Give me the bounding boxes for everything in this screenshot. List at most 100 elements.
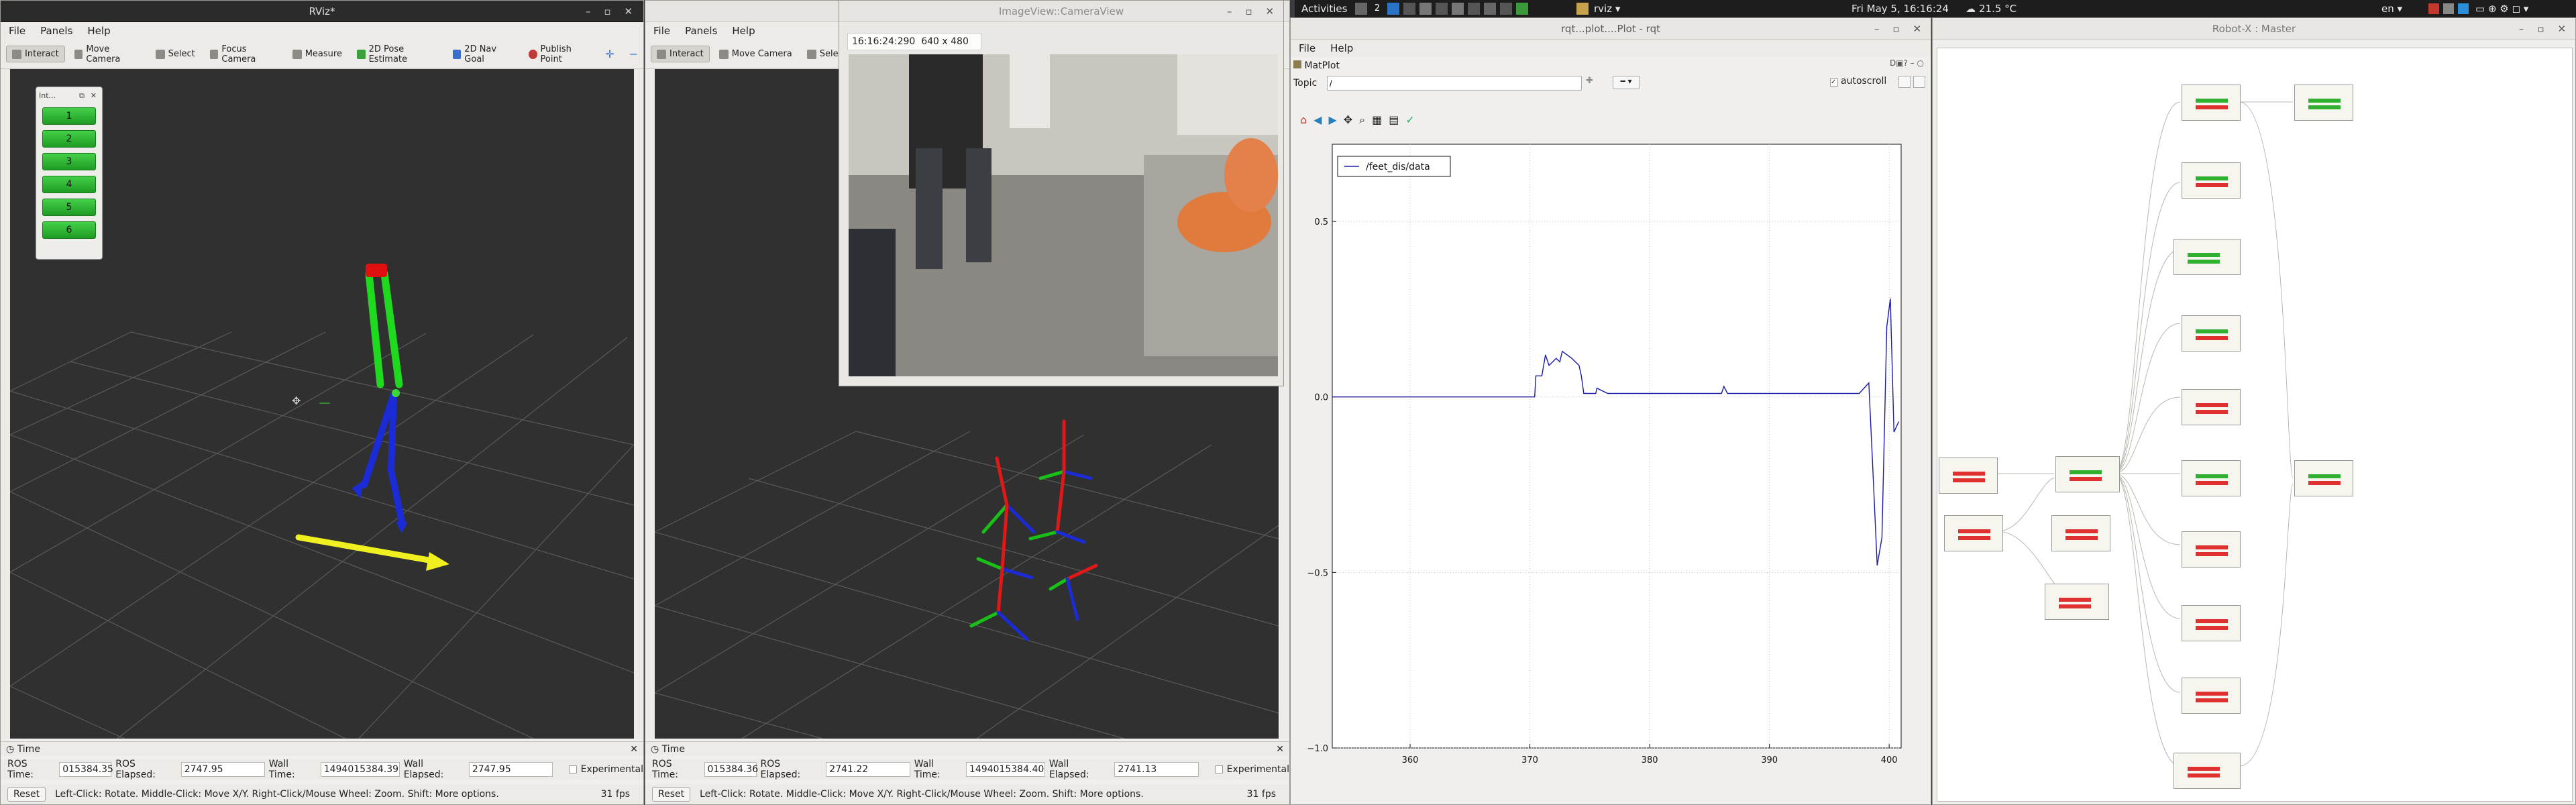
workspace-indicator[interactable]: 2 (1371, 3, 1383, 15)
app-menu[interactable]: rviz ▾ (1594, 0, 1620, 17)
minimize-icon[interactable]: – (1874, 18, 1880, 40)
graph-node[interactable] (2174, 753, 2241, 789)
app-icon[interactable] (1436, 3, 1448, 15)
experimental-checkbox[interactable] (1214, 765, 1223, 773)
remove-tool-button[interactable]: − (624, 45, 643, 63)
graph-node[interactable] (2051, 515, 2110, 551)
plot-canvas[interactable]: 360 370 380 390 400 0.5 0.0 −0.5 −1.0 /feet_dis/… (1297, 139, 1928, 796)
panel-close-icon[interactable]: ✕ (630, 742, 638, 757)
reset-button[interactable]: Reset (652, 787, 691, 802)
app-icon[interactable] (1500, 3, 1512, 15)
system-menu-icons[interactable]: ▭ ⊕ ⚙ ◻ ▾ (2475, 0, 2528, 17)
weather[interactable]: 21.5 °C (1979, 0, 2017, 17)
graph-node[interactable] (1939, 458, 1998, 494)
tool-measure[interactable]: Measure (287, 46, 347, 62)
tray-icon[interactable] (2443, 3, 2454, 14)
app-icon[interactable] (1484, 3, 1496, 15)
menu-file[interactable]: File (9, 22, 25, 40)
graph-node[interactable] (2294, 460, 2353, 496)
maximize-icon[interactable]: ▫ (1892, 18, 1899, 40)
button-4[interactable]: 4 (42, 176, 96, 193)
autoscroll-checkbox[interactable]: ✓ (1830, 78, 1838, 87)
app-icon[interactable] (1468, 3, 1480, 15)
close-icon[interactable]: ✕ (624, 1, 633, 22)
language-menu[interactable]: en ▾ (2381, 0, 2402, 17)
3d-viewport[interactable]: ✥ Int... ⧉ ✕ 1 2 3 4 5 6 (10, 69, 634, 739)
app-icon[interactable] (1452, 3, 1464, 15)
graph-node[interactable] (2294, 85, 2353, 121)
node-graph-canvas[interactable] (1937, 48, 2573, 802)
panel-close-icon[interactable]: ✕ (1276, 742, 1284, 757)
wall-time-field[interactable]: 1494015384.39 (320, 762, 400, 777)
app-icon[interactable] (1516, 3, 1528, 15)
wall-elapsed-field[interactable]: 2747.95 (468, 762, 553, 777)
app-icon[interactable] (1403, 3, 1415, 15)
wall-elapsed-field[interactable]: 2741.13 (1114, 762, 1199, 777)
close-icon[interactable]: ✕ (1913, 18, 1921, 40)
tool-select[interactable]: Select (150, 46, 201, 62)
app-grid-icon[interactable] (1355, 3, 1367, 15)
home-icon[interactable]: ⌂ (1300, 113, 1307, 127)
close-icon[interactable]: ✕ (1265, 1, 1274, 22)
menu-file[interactable]: File (653, 22, 670, 40)
button-1[interactable]: 1 (42, 107, 96, 125)
tool-focus-camera[interactable]: Focus Camera (205, 42, 283, 67)
graph-node[interactable] (2055, 456, 2120, 492)
tray-icon[interactable] (2458, 3, 2469, 14)
button-5[interactable]: 5 (42, 199, 96, 216)
clock[interactable]: Fri May 5, 16:16:24 (1851, 0, 1949, 17)
remove-topic-dropdown[interactable]: ━ ▾ (1613, 76, 1640, 89)
right-dock-splitter[interactable] (634, 69, 643, 739)
minimize-icon[interactable]: – (2519, 18, 2524, 40)
menu-file[interactable]: File (1299, 40, 1316, 57)
edit-curve-icon[interactable]: ✓ (1405, 113, 1414, 127)
minimize-icon[interactable]: – (586, 1, 591, 22)
menu-help[interactable]: Help (87, 22, 110, 40)
save-icon[interactable]: ▤ (1389, 113, 1399, 127)
tray-icon[interactable] (2428, 3, 2439, 14)
maximize-icon[interactable]: ▫ (2537, 18, 2544, 40)
graph-node[interactable] (2182, 531, 2241, 568)
button-2[interactable]: 2 (42, 130, 96, 148)
zoom-icon[interactable]: ⌕ (1359, 113, 1365, 127)
activities-button[interactable]: Activities (1301, 0, 1347, 17)
ros-elapsed-field[interactable]: 2741.22 (826, 762, 910, 777)
menu-help[interactable]: Help (732, 22, 755, 40)
graph-node[interactable] (2182, 605, 2241, 641)
close-icon[interactable]: ✕ (2557, 18, 2566, 40)
app-icon[interactable] (1419, 3, 1432, 15)
left-dock-splitter[interactable] (645, 69, 655, 739)
configure-icon[interactable]: ▦ (1372, 113, 1382, 127)
topic-input[interactable] (1327, 76, 1582, 91)
terminal-icon[interactable] (1387, 3, 1399, 15)
tool-interact[interactable]: Interact (651, 46, 710, 62)
graph-node[interactable] (2182, 678, 2241, 714)
add-tool-button[interactable]: ✛ (600, 45, 619, 63)
graph-node[interactable] (2182, 389, 2241, 425)
panel-float-icon[interactable]: ⧉ (79, 87, 85, 105)
graph-node[interactable] (2174, 239, 2241, 275)
ros-time-field[interactable]: 015384.36 (704, 762, 758, 777)
panel-close-icon[interactable]: ✕ (91, 87, 97, 105)
maximize-icon[interactable]: ▫ (1245, 1, 1252, 22)
graph-node[interactable] (2182, 460, 2241, 496)
button-6[interactable]: 6 (42, 221, 96, 239)
tool-2d-nav-goal[interactable]: 2D Nav Goal (447, 42, 519, 67)
graph-node[interactable] (2182, 162, 2241, 199)
wall-time-field[interactable]: 1494015384.40 (965, 762, 1045, 777)
pause-button[interactable] (1898, 76, 1911, 88)
maximize-icon[interactable]: ▫ (604, 1, 610, 22)
ros-time-field[interactable]: 015384.35 (59, 762, 113, 777)
add-topic-icon[interactable]: ✚ (1586, 76, 1593, 86)
forward-icon[interactable]: ▶ (1328, 113, 1336, 127)
left-dock-splitter[interactable] (1, 69, 10, 739)
experimental-checkbox[interactable] (568, 765, 577, 773)
graph-node[interactable] (1944, 515, 2003, 551)
menu-panels[interactable]: Panels (685, 22, 717, 40)
tool-move-camera[interactable]: Move Camera (714, 46, 798, 62)
tool-publish-point[interactable]: Publish Point (523, 42, 596, 67)
tool-2d-pose-estimate[interactable]: 2D Pose Estimate (352, 42, 443, 67)
tool-move-camera[interactable]: Move Camera (69, 42, 146, 67)
clear-button[interactable] (1913, 76, 1925, 88)
ros-elapsed-field[interactable]: 2747.95 (180, 762, 265, 777)
